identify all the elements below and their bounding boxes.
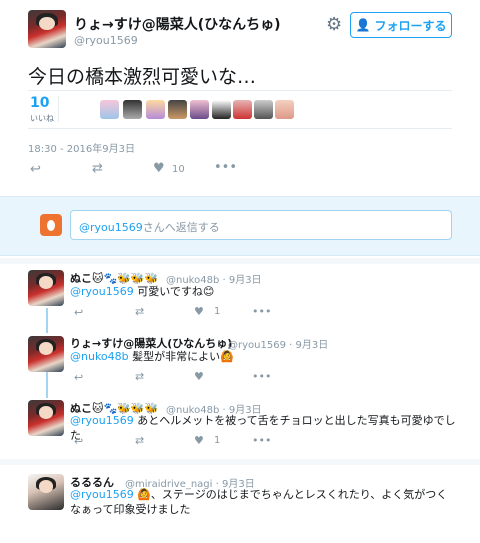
gear-icon[interactable]: ⚙ [326,16,344,34]
liker-avatar[interactable] [212,100,231,119]
main-tweet: りょ→すけ@陽菜人(ひなんちゅ) @ryou1569 ⚙ 👤 フォローする 今日… [0,0,480,196]
tweet-timestamp[interactable]: 18:30 - 2016年9月3日 [28,140,135,155]
author-handle[interactable]: @ryou1569 [74,34,138,47]
liker-avatar[interactable] [233,100,252,119]
follow-label: フォローする [374,18,447,33]
retweet-icon[interactable]: ⇄ [135,305,144,318]
mention-link[interactable]: @nuko48b [70,350,129,363]
reply-avatar[interactable] [28,474,64,510]
reply-icon[interactable]: ↩ [30,162,41,177]
divider [0,258,480,264]
like-icon[interactable]: ♥ [194,370,204,383]
mention-link[interactable]: @ryou1569 [70,414,134,427]
divider [0,459,480,465]
divider [58,96,59,122]
reply-body: 可愛いですね😊 [133,285,215,298]
reply-avatar[interactable] [28,336,64,372]
thread-line [46,308,48,333]
liker-avatar[interactable] [190,100,209,119]
liker-avatar[interactable] [254,100,273,119]
follow-button[interactable]: 👤 フォローする [350,12,452,38]
retweet-icon[interactable]: ⇄ [92,161,103,176]
reply-icon[interactable]: ↩ [74,306,83,319]
author-name[interactable]: りょ→すけ@陽菜人(ひなんちゅ) [74,14,281,34]
more-icon[interactable]: ••• [252,305,271,318]
reply-body: 髪型が非常によい🙆 [128,350,234,363]
like-count[interactable]: 1 [214,306,220,317]
reply-placeholder: さんへ返信する [142,221,220,234]
reply-avatar[interactable] [28,270,64,306]
more-icon[interactable]: ••• [214,160,237,175]
reply-text: @ryou1569 🙆、ステージのはじまでちゃんとレスくれたり、よく気がつくなぁ… [70,487,456,517]
likes-count[interactable]: 10 [30,95,49,111]
like-icon[interactable]: ♥ [153,161,165,176]
like-icon[interactable]: ♥ [194,434,204,447]
retweet-icon[interactable]: ⇄ [135,370,144,383]
reply-text: @ryou1569 可愛いですね😊 [70,284,456,299]
reply-icon[interactable]: ↩ [74,435,83,448]
liker-avatar[interactable] [100,100,119,119]
liker-avatar[interactable] [275,100,294,119]
divider [28,128,452,129]
more-icon[interactable]: ••• [252,434,271,447]
add-user-icon: 👤 [355,18,371,32]
liker-avatar[interactable] [123,100,142,119]
user-avatar [40,214,62,236]
liker-avatar[interactable] [168,100,187,119]
mention-link[interactable]: @ryou1569 [70,488,134,501]
reply-text: @nuko48b 髪型が非常によい🙆 [70,349,456,364]
liker-avatar[interactable] [146,100,165,119]
mention-link[interactable]: @ryou1569 [70,285,134,298]
like-count[interactable]: 1 [214,435,220,446]
reply-avatar[interactable] [28,400,64,436]
likes-label: いいね [30,114,54,123]
divider [28,90,452,91]
retweet-icon[interactable]: ⇄ [135,434,144,447]
tweet-text: 今日の橋本激烈可愛いな… [28,66,257,88]
like-icon[interactable]: ♥ [194,305,204,318]
like-count[interactable]: 10 [172,164,185,175]
author-avatar[interactable] [28,10,66,48]
reply-mention: @ryou1569 [79,221,143,234]
more-icon[interactable]: ••• [252,370,271,383]
thread-line [46,372,48,398]
reply-input[interactable]: @ryou1569さんへ返信する [70,210,452,240]
reply-icon[interactable]: ↩ [74,371,83,384]
